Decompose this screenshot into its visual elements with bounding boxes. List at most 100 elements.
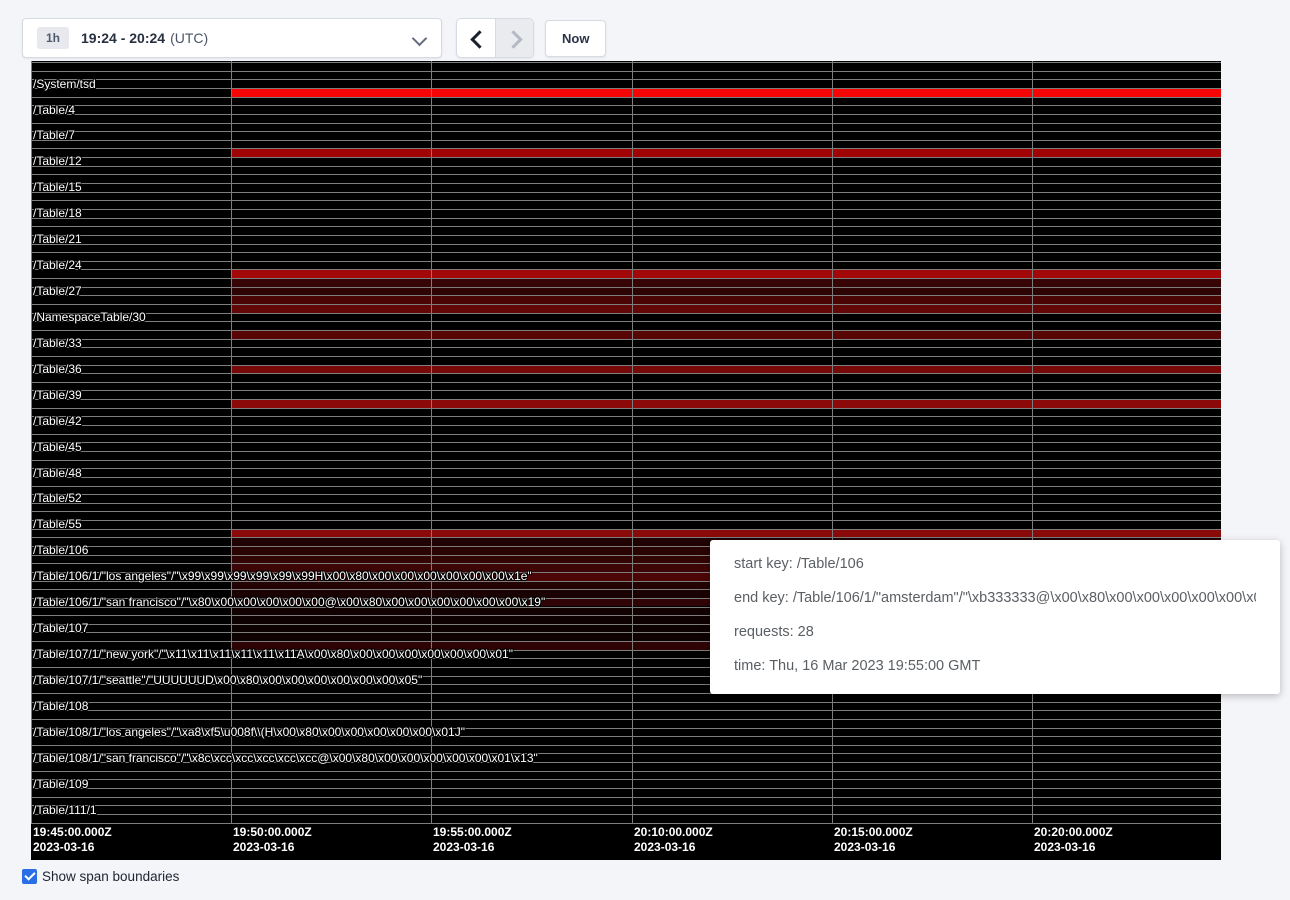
heat-band[interactable] [231, 89, 1221, 97]
duration-badge: 1h [37, 27, 69, 49]
prev-time-button[interactable] [457, 19, 495, 57]
span-boundary-line [31, 356, 1221, 357]
x-axis-tick-time: 19:55:00.000Z [433, 825, 512, 840]
span-boundary-line [31, 62, 1221, 63]
row-label: /Table/109 [33, 778, 88, 791]
time-gridline [31, 61, 32, 823]
heat-band[interactable] [231, 149, 1221, 157]
key-visualizer-canvas[interactable]: /System/tsd/Table/4/Table/7/Table/12/Tab… [31, 61, 1221, 860]
tooltip-requests: requests: 28 [734, 622, 1256, 643]
span-boundary-line [31, 347, 1221, 348]
span-boundary-line [31, 313, 1221, 314]
heat-band[interactable] [231, 331, 1221, 339]
span-boundary-line [31, 261, 1221, 262]
row-label: /NamespaceTable/30 [33, 311, 146, 324]
span-boundary-line [31, 148, 1221, 149]
span-boundary-line [31, 477, 1221, 478]
span-boundary-line [31, 252, 1221, 253]
row-label: /Table/45 [33, 441, 82, 454]
span-boundary-line [31, 399, 1221, 400]
row-label: /Table/48 [33, 467, 82, 480]
heat-band[interactable] [231, 288, 1221, 296]
span-boundary-line [31, 745, 1221, 746]
span-boundary-line [31, 408, 1221, 409]
row-label: /Table/15 [33, 181, 82, 194]
heat-band[interactable] [231, 279, 1221, 287]
row-label: /Table/106 [33, 544, 88, 557]
span-boundary-line [31, 278, 1221, 279]
heat-band[interactable] [231, 296, 1221, 304]
span-boundary-line [31, 494, 1221, 495]
next-time-button[interactable] [495, 19, 533, 57]
row-label: /Table/33 [33, 337, 82, 350]
span-boundary-line [31, 503, 1221, 504]
span-boundary-line [31, 295, 1221, 296]
row-label: /Table/7 [33, 129, 75, 142]
toolbar: 1h 19:24 - 20:24 (UTC) Now [0, 0, 1290, 61]
x-axis-tick-time: 20:15:00.000Z [834, 825, 913, 840]
row-label: /Table/42 [33, 415, 82, 428]
span-boundary-line [31, 460, 1221, 461]
tooltip-start-key: start key: /Table/106 [734, 554, 1256, 575]
heat-band[interactable] [231, 400, 1221, 408]
tooltip-time: time: Thu, 16 Mar 2023 19:55:00 GMT [734, 656, 1256, 677]
span-boundary-line [31, 79, 1221, 80]
span-boundary-line [31, 719, 1221, 720]
span-boundary-line [31, 192, 1221, 193]
span-boundary-line [31, 702, 1221, 703]
span-boundary-line [31, 123, 1221, 124]
heat-band[interactable] [231, 305, 1221, 313]
span-boundary-line [31, 373, 1221, 374]
span-boundary-line [31, 537, 1221, 538]
row-label: /Table/107/1/"seattle"/"UUUUUUD\x00\x80\… [33, 674, 422, 687]
span-boundary-line [31, 788, 1221, 789]
x-axis-tick-time: 20:10:00.000Z [634, 825, 713, 840]
span-boundary-line [31, 131, 1221, 132]
span-boundary-line [31, 425, 1221, 426]
now-button[interactable]: Now [545, 20, 606, 57]
span-tooltip: start key: /Table/106 end key: /Table/10… [710, 540, 1280, 694]
x-axis-tick-date: 2023-03-16 [1034, 840, 1113, 855]
chevron-down-icon [412, 31, 428, 47]
heat-band[interactable] [231, 530, 1221, 538]
show-span-boundaries-checkbox[interactable] [22, 869, 37, 884]
span-boundary-line [31, 451, 1221, 452]
span-boundary-line [31, 174, 1221, 175]
span-boundary-line [31, 511, 1221, 512]
span-boundary-line [31, 416, 1221, 417]
span-boundary-line [31, 365, 1221, 366]
span-boundary-line [31, 88, 1221, 89]
row-label: /Table/18 [33, 207, 82, 220]
row-label: /Table/52 [33, 492, 82, 505]
span-boundary-line [31, 235, 1221, 236]
x-axis-tick-time: 19:50:00.000Z [233, 825, 312, 840]
x-axis-tick-date: 2023-03-16 [433, 840, 512, 855]
row-label: /Table/27 [33, 285, 82, 298]
footer: Show span boundaries [22, 866, 179, 886]
time-gridline [431, 61, 432, 823]
span-boundary-line [31, 97, 1221, 98]
time-gridline [832, 61, 833, 823]
span-boundary-line [31, 468, 1221, 469]
row-label: /Table/106/1/"los angeles"/"\x99\x99\x99… [33, 570, 532, 583]
x-axis-tick: 19:50:00.000Z2023-03-16 [233, 825, 312, 855]
time-range-selector[interactable]: 1h 19:24 - 20:24 (UTC) [22, 18, 442, 58]
time-range-label: 19:24 - 20:24 [81, 30, 165, 46]
span-boundary-line [31, 114, 1221, 115]
x-axis-tick: 20:10:00.000Z2023-03-16 [634, 825, 713, 855]
row-label: /Table/108/1/"san francisco"/"\x8c\xcc\x… [33, 752, 538, 765]
span-boundary-line [31, 805, 1221, 806]
heat-band[interactable] [231, 270, 1221, 278]
heat-band[interactable] [231, 366, 1221, 374]
span-boundary-line [31, 814, 1221, 815]
span-boundary-line [31, 710, 1221, 711]
row-label: /Table/107/1/"new york"/"\x11\x11\x11\x1… [33, 648, 513, 661]
row-label: /System/tsd [33, 78, 96, 91]
row-label: /Table/55 [33, 518, 82, 531]
span-boundary-line [31, 321, 1221, 322]
check-icon [24, 869, 35, 880]
row-label: /Table/24 [33, 259, 82, 272]
span-boundary-line [31, 339, 1221, 340]
span-boundary-line [31, 218, 1221, 219]
row-label: /Table/21 [33, 233, 82, 246]
